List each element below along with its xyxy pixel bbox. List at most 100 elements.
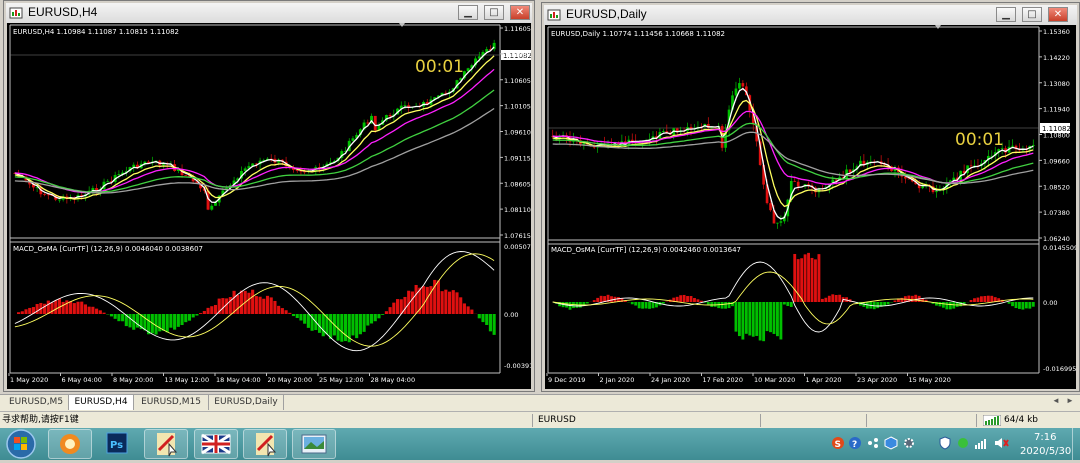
- uk-flag-icon: [195, 430, 237, 458]
- status-bar: 寻求帮助,请按F1键 EURUSD 64/4 kb: [0, 411, 1080, 429]
- browser-icon: [49, 430, 91, 458]
- time-axis-label: 8 May 20:00: [113, 376, 153, 384]
- chart-window-icon: [547, 8, 561, 22]
- ma-lines: [553, 89, 1034, 219]
- price-axis-label: 1.14220: [1043, 54, 1070, 62]
- time-axis-label: 24 Jan 2020: [651, 376, 690, 384]
- svg-text:Ps: Ps: [110, 440, 123, 451]
- network-signal-icon[interactable]: [974, 436, 988, 450]
- time-axis-label: 9 Dec 2019: [548, 376, 585, 384]
- clock-date[interactable]: 2020/5/30: [1020, 446, 1071, 457]
- help-icon[interactable]: ?: [848, 436, 862, 450]
- price-panel-frame: [548, 25, 1039, 373]
- time-axis-label: 15 May 2020: [909, 376, 951, 384]
- status-profile: EURUSD: [538, 414, 576, 427]
- price-axis-label: 1.11940: [1043, 106, 1070, 114]
- minimize-button[interactable]: ▁: [996, 7, 1016, 22]
- price-axis-label: 1.11082: [504, 51, 531, 59]
- price-axis-label: 1.08605: [504, 180, 531, 188]
- indicator-marks: [553, 253, 1035, 341]
- chart-svg-daily[interactable]: EURUSD,Daily 1.10774 1.11456 1.10668 1.1…: [545, 25, 1076, 389]
- time-axis-label: 10 Mar 2020: [754, 376, 795, 384]
- price-axis-label: 1.09115: [504, 154, 531, 162]
- close-button[interactable]: ✕: [510, 5, 530, 20]
- time-axis-label: 20 May 20:00: [268, 376, 313, 384]
- chart-area-daily[interactable]: EURUSD,Daily 1.10774 1.11456 1.10668 1.1…: [545, 25, 1076, 389]
- trading-app-icon: [145, 430, 187, 458]
- price-axis-label: 1.09660: [1043, 157, 1070, 165]
- time-axis-label: 13 May 12:00: [165, 376, 210, 384]
- tab-eurusd-daily[interactable]: EURUSD,Daily: [209, 395, 284, 410]
- taskbar-app-terminal-2[interactable]: [243, 429, 287, 459]
- tab-scroll-right-icon[interactable]: ►: [1066, 396, 1074, 405]
- price-axis-label: 1.10105: [504, 103, 531, 111]
- taskbar-app-image-viewer[interactable]: [292, 429, 336, 459]
- clock-time[interactable]: 7:16: [1034, 432, 1056, 443]
- price-axis-label: 1.15360: [1043, 28, 1070, 36]
- chart-window-title: EURUSD,Daily: [566, 7, 647, 21]
- indicator-label: MACD_OsMA [CurrTF] (12,26,9) 0.0046040 0…: [13, 245, 203, 253]
- maximize-button[interactable]: □: [484, 5, 504, 20]
- keyboard-icon[interactable]: [866, 436, 880, 450]
- indicator-axis: 0.01455090.00-0.016995: [1043, 244, 1076, 373]
- windows-taskbar: Ps S ? 7:16 2020/5/30: [0, 428, 1080, 460]
- bg-candles: [551, 78, 1034, 229]
- tab-eurusd-m15[interactable]: EURUSD,M15: [134, 395, 209, 410]
- taskbar-app-terminal-1[interactable]: [144, 429, 188, 459]
- tab-eurusd-h4[interactable]: EURUSD,H4: [69, 395, 134, 410]
- time-axis-label: 1 May 2020: [10, 376, 48, 384]
- status-divider: [760, 414, 761, 427]
- time-axis-label: 23 Apr 2020: [857, 376, 897, 384]
- taskbar-app-photoshop[interactable]: Ps: [96, 429, 140, 459]
- image-viewer-icon: [293, 430, 335, 458]
- price-axis-label: 1.11605: [504, 25, 531, 33]
- quote-label: EURUSD,H4 1.10984 1.11087 1.10815 1.1108…: [13, 28, 179, 36]
- chart-window-daily[interactable]: EURUSD,Daily ▁ □ ✕ EURUSD,Daily 1.10774 …: [541, 2, 1080, 392]
- time-axis-label: 25 May 12:00: [319, 376, 364, 384]
- minimize-button[interactable]: ▁: [458, 5, 478, 20]
- tray-app-icon[interactable]: [956, 436, 970, 450]
- chart-svg-h4[interactable]: EURUSD,H4 1.10984 1.11087 1.10815 1.1108…: [7, 23, 531, 389]
- quote-label: EURUSD,Daily 1.10774 1.11456 1.10668 1.1…: [551, 30, 725, 38]
- indicator-axis-label: -0.003913: [504, 362, 531, 370]
- taskbar-app-uk-flag[interactable]: [194, 429, 238, 459]
- taskbar-app-browser[interactable]: [48, 429, 92, 459]
- price-axis-label: 1.07615: [504, 232, 531, 240]
- indicator-axis-label: 0.0145509: [1043, 244, 1076, 252]
- time-axis-label: 2 Jan 2020: [600, 376, 635, 384]
- chart-window-title: EURUSD,H4: [28, 5, 97, 19]
- status-divider: [866, 414, 867, 427]
- price-axis-label: 1.06240: [1043, 235, 1070, 243]
- sogou-ime-icon[interactable]: S: [831, 436, 845, 450]
- chart-window-h4-titlebar[interactable]: EURUSD,H4 ▁ □ ✕: [6, 3, 532, 23]
- time-axis: 9 Dec 2019 2 Jan 2020 24 Jan 2020 17 Feb 20…: [547, 373, 951, 384]
- security-shield-icon[interactable]: [938, 436, 952, 450]
- time-axis: 1 May 20206 May 04:008 May 20:0013 May 1…: [9, 373, 415, 384]
- chart-window-h4[interactable]: EURUSD,H4 ▁ □ ✕ EURUSD,H4 1.10984 1.1108…: [3, 0, 535, 392]
- tab-eurusd-m5[interactable]: EURUSD,M5: [4, 395, 69, 410]
- bar-timer: 00:01: [955, 130, 1004, 150]
- price-axis-label: 1.10800: [1043, 132, 1070, 140]
- settings-icon[interactable]: [902, 436, 916, 450]
- time-axis-label: 17 Feb 2020: [703, 376, 743, 384]
- maximize-button[interactable]: □: [1022, 7, 1042, 22]
- tab-scroll-left-icon[interactable]: ◄: [1052, 396, 1060, 405]
- cube-icon[interactable]: [884, 436, 898, 450]
- close-button[interactable]: ✕: [1048, 7, 1068, 22]
- chart-window-icon: [9, 6, 23, 20]
- status-help-text: 寻求帮助,请按F1键: [2, 414, 79, 427]
- show-desktop-button[interactable]: [1072, 428, 1080, 460]
- price-axis-label: 1.10605: [504, 77, 531, 85]
- chart-area-h4[interactable]: EURUSD,H4 1.10984 1.11087 1.10815 1.1108…: [7, 23, 531, 389]
- price-axis-label: 1.13080: [1043, 80, 1070, 88]
- indicator-label: MACD_OsMA [CurrTF] (12,26,9) 0.0042460 0…: [551, 246, 741, 254]
- indicator-axis-label: 0.0050736: [504, 243, 531, 251]
- indicator-axis-label: 0.00: [504, 311, 518, 319]
- chart-window-daily-titlebar[interactable]: EURUSD,Daily ▁ □ ✕: [544, 5, 1077, 25]
- price-axis-label: 1.08110: [504, 206, 531, 214]
- speaker-icon[interactable]: [994, 436, 1010, 450]
- price-axis: 1.116051.110821.106051.101051.096101.091…: [500, 25, 531, 240]
- start-button-icon[interactable]: [4, 428, 38, 460]
- trading-app-icon: [244, 430, 286, 458]
- price-axis-label: 1.08520: [1043, 183, 1070, 191]
